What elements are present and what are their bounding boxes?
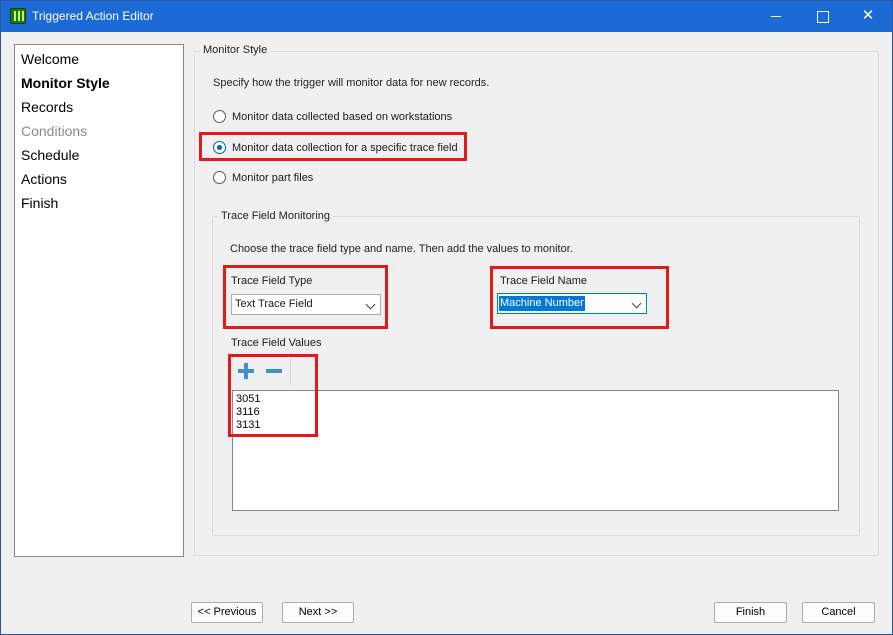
app-icon (10, 8, 26, 24)
maximize-button[interactable] (799, 1, 845, 32)
highlight-box-values (228, 354, 318, 437)
nav-item-schedule[interactable]: Schedule (21, 147, 79, 163)
next-button[interactable]: Next >> (282, 602, 354, 623)
title-bar[interactable]: Triggered Action Editor ✕ (1, 1, 892, 32)
nav-item-records[interactable]: Records (21, 99, 73, 115)
radio-label: Monitor data collected based on workstat… (232, 111, 453, 123)
trace-field-values-list[interactable]: 3051 3116 3131 (232, 390, 839, 511)
nav-item-conditions: Conditions (21, 123, 88, 139)
monitor-style-caption: Monitor Style (200, 44, 271, 56)
highlight-box-radio (199, 132, 467, 161)
minimize-button[interactable] (753, 1, 799, 32)
monitor-style-description: Specify how the trigger will monitor dat… (213, 77, 490, 89)
previous-button[interactable]: << Previous (191, 602, 263, 623)
nav-item-monitor-style[interactable]: Monitor Style (21, 75, 110, 91)
radio-button-unchecked[interactable] (213, 110, 226, 123)
highlight-box-type (223, 265, 388, 329)
trace-field-values-label: Trace Field Values (231, 337, 322, 349)
radio-button-unchecked[interactable] (213, 171, 226, 184)
close-button[interactable]: ✕ (845, 1, 891, 32)
highlight-box-name (490, 266, 669, 329)
nav-item-actions[interactable]: Actions (21, 171, 67, 187)
cancel-button[interactable]: Cancel (802, 602, 875, 623)
triggered-action-editor-window: Triggered Action Editor ✕ Welcome Monito… (0, 0, 893, 635)
wizard-steps-panel: Welcome Monitor Style Records Conditions… (14, 44, 184, 557)
trace-field-description: Choose the trace field type and name. Th… (230, 243, 573, 255)
nav-item-welcome[interactable]: Welcome (21, 51, 79, 67)
finish-button[interactable]: Finish (714, 602, 787, 623)
trace-field-monitoring-caption: Trace Field Monitoring (218, 210, 334, 222)
radio-label: Monitor part files (232, 172, 314, 184)
window-title: Triggered Action Editor (32, 9, 154, 23)
nav-item-finish[interactable]: Finish (21, 195, 58, 211)
